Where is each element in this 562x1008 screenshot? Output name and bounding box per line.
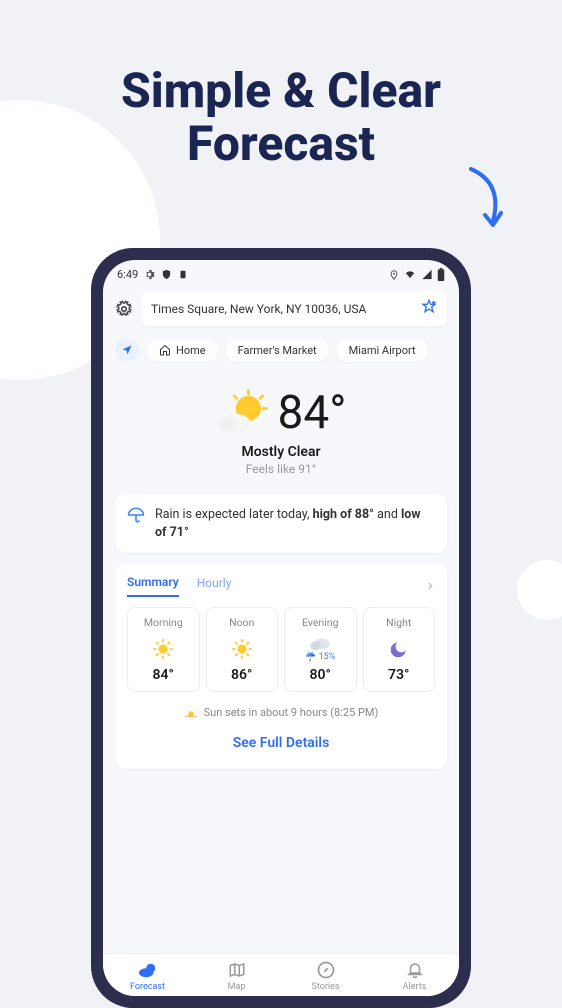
- compass-icon: [316, 960, 336, 980]
- gear-icon: [115, 300, 133, 318]
- card-icon: [178, 269, 188, 280]
- forecast-icon: [137, 960, 159, 980]
- battery-icon: [437, 268, 445, 281]
- headline-line-2: Forecast: [0, 118, 562, 171]
- nav-alerts[interactable]: Alerts: [370, 960, 459, 992]
- current-condition: Mostly Clear: [103, 444, 459, 460]
- location-icon: [389, 269, 399, 281]
- saved-locations: Home Farmer's Market Miami Airport: [103, 332, 459, 368]
- see-full-details-link[interactable]: See Full Details: [127, 735, 435, 757]
- chip-label: Home: [176, 344, 206, 357]
- status-right: [389, 268, 445, 281]
- partly-sunny-icon: [216, 388, 270, 438]
- sun-icon: [132, 635, 195, 663]
- period-grid: Morning 84° Noon 86° Evening: [127, 607, 435, 692]
- headline-line-1: Simple & Clear: [0, 65, 562, 118]
- home-icon: [159, 344, 171, 356]
- period-night[interactable]: Night 73°: [363, 607, 436, 692]
- chevron-right-icon[interactable]: [425, 577, 435, 596]
- sunset-icon: [184, 707, 198, 719]
- current-weather: 84° Mostly Clear Feels like 91°: [103, 368, 459, 484]
- cloud-rain-icon: ☔ 15%: [289, 635, 352, 663]
- bg-decoration: [517, 560, 562, 620]
- gear-icon: [144, 269, 155, 280]
- umbrella-icon: [127, 506, 145, 524]
- period-evening[interactable]: Evening ☔ 15% 80°: [284, 607, 357, 692]
- chip-label: Farmer's Market: [238, 344, 317, 357]
- location-text: Times Square, New York, NY 10036, USA: [151, 302, 366, 316]
- tab-summary[interactable]: Summary: [127, 575, 179, 597]
- phone-frame: 6:49 Times Square, New York, NY 10036, U…: [91, 248, 471, 1008]
- location-search[interactable]: Times Square, New York, NY 10036, USA: [141, 291, 447, 326]
- nav-forecast[interactable]: Forecast: [103, 960, 192, 992]
- settings-button[interactable]: [115, 300, 133, 318]
- shield-icon: [161, 269, 172, 280]
- navigation-icon: [121, 344, 133, 356]
- feels-like: Feels like 91°: [103, 462, 459, 476]
- map-icon: [227, 960, 247, 980]
- status-time: 6:49: [117, 268, 138, 281]
- precip-chance: ☔ 15%: [305, 652, 335, 662]
- phone-screen: 6:49 Times Square, New York, NY 10036, U…: [103, 260, 459, 996]
- chip-farmers-market[interactable]: Farmer's Market: [226, 339, 329, 362]
- chip-home[interactable]: Home: [147, 339, 218, 362]
- sun-icon: [211, 635, 274, 663]
- chip-miami-airport[interactable]: Miami Airport: [337, 339, 428, 362]
- headline: Simple & Clear Forecast: [0, 0, 562, 171]
- current-temp: 84°: [278, 386, 347, 440]
- add-favorite-button[interactable]: [421, 299, 437, 318]
- moon-icon: [368, 635, 431, 663]
- sunset-info: Sun sets in about 9 hours (8:25 PM): [127, 706, 435, 719]
- signal-icon: [421, 269, 433, 280]
- period-noon[interactable]: Noon 86°: [206, 607, 279, 692]
- bell-icon: [406, 960, 424, 980]
- tab-hourly[interactable]: Hourly: [197, 576, 232, 596]
- summary-card: Rain is expected later today, high of 88…: [115, 494, 447, 553]
- status-left: 6:49: [117, 268, 188, 281]
- current-location-button[interactable]: [115, 338, 139, 362]
- forecast-card: Summary Hourly Morning 84° Noon: [115, 563, 447, 769]
- status-bar: 6:49: [103, 260, 459, 285]
- search-row: Times Square, New York, NY 10036, USA: [103, 285, 459, 332]
- period-morning[interactable]: Morning 84°: [127, 607, 200, 692]
- chip-label: Miami Airport: [349, 344, 416, 357]
- nav-map[interactable]: Map: [192, 960, 281, 992]
- current-main: 84°: [103, 386, 459, 440]
- forecast-tabs: Summary Hourly: [127, 575, 435, 607]
- wifi-icon: [403, 269, 417, 280]
- bottom-nav: Forecast Map Stories Alerts: [103, 953, 459, 996]
- arrow-icon: [463, 165, 507, 235]
- summary-text: Rain is expected later today, high of 88…: [155, 506, 435, 541]
- nav-stories[interactable]: Stories: [281, 960, 370, 992]
- star-plus-icon: [421, 299, 437, 315]
